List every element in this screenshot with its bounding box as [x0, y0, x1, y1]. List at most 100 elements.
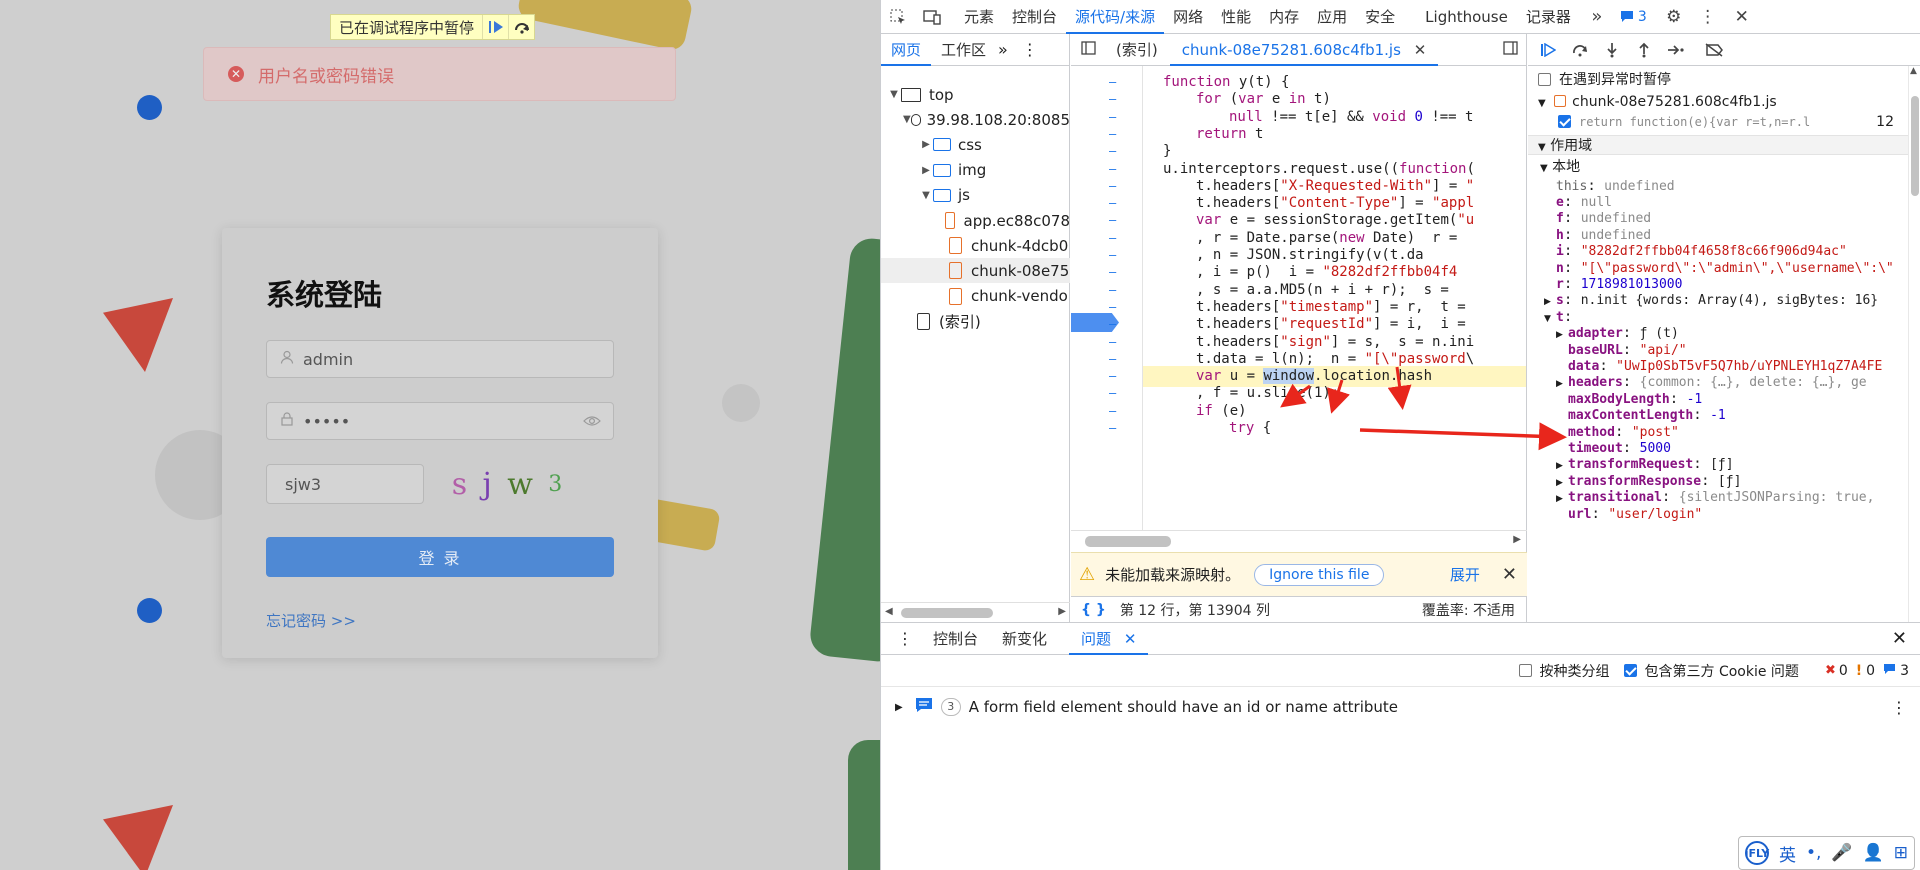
eye-icon[interactable]	[583, 412, 601, 431]
tab-network[interactable]: 网络	[1164, 0, 1212, 34]
line-marker[interactable]: –	[1109, 418, 1116, 439]
navigator-menu-icon[interactable]: ⋮	[1022, 40, 1038, 59]
expand-triangle-icon[interactable]: ▶	[895, 702, 903, 713]
collapse-triangle-icon[interactable]: ▼	[887, 89, 901, 100]
more-tabs-chevron-icon[interactable]: »	[1580, 0, 1614, 34]
resume-icon[interactable]	[482, 15, 508, 39]
login-button[interactable]: 登 录	[266, 537, 614, 577]
settings-gear-icon[interactable]: ⚙	[1657, 0, 1691, 34]
pretty-print-icon[interactable]: { }	[1081, 602, 1106, 618]
group-by-category-checkbox[interactable]	[1518, 664, 1532, 677]
captcha-image[interactable]: s j w 3	[444, 464, 570, 504]
drawer-menu-icon[interactable]: ⋮	[897, 629, 913, 648]
drawer-tab-whats-new[interactable]: 新变化	[990, 623, 1059, 655]
editor-tab-index[interactable]: (索引)	[1104, 34, 1170, 66]
navigator-scrollbar[interactable]: ◀ ▶	[881, 602, 1070, 622]
device-toolbar-icon[interactable]	[915, 0, 949, 34]
tab-elements[interactable]: 元素	[955, 0, 1003, 34]
breakpoint-entry[interactable]: return function(e){var r=t,n=r.l 12	[1528, 112, 1908, 132]
scope-scrollbar[interactable]: ▲	[1908, 66, 1920, 622]
toggle-navigator-icon[interactable]	[1081, 40, 1096, 59]
drawer-tab-console[interactable]: 控制台	[921, 623, 990, 655]
collapse-triangle-icon[interactable]: ▼	[919, 190, 933, 201]
captcha-char: j	[482, 466, 492, 502]
expand-triangle-icon[interactable]: ▶	[919, 139, 933, 150]
folder-icon	[933, 163, 951, 177]
scope-header[interactable]: ▼ 作用域	[1528, 134, 1908, 155]
step-out-icon[interactable]	[1628, 34, 1660, 66]
step-icon[interactable]	[1660, 34, 1692, 66]
punctuation-icon[interactable]: •,	[1806, 843, 1821, 863]
tree-item[interactable]: ▶ img	[881, 158, 1070, 183]
tab-recorder[interactable]: 记录器	[1517, 0, 1580, 34]
tree-item-label: chunk-4dcb0	[971, 236, 1069, 255]
inspect-element-icon[interactable]	[881, 0, 915, 34]
more-chevron-icon[interactable]: »	[998, 40, 1008, 59]
issue-row[interactable]: ▶ 3 A form field element should have an …	[881, 687, 1920, 727]
scope-variable[interactable]: url: "user/login"	[1528, 504, 1908, 524]
drawer-tab-issues[interactable]: 问题 ✕	[1069, 623, 1149, 655]
step-over-icon[interactable]	[1564, 34, 1596, 66]
close-tab-icon[interactable]: ✕	[1414, 41, 1427, 59]
step-over-icon[interactable]	[508, 15, 534, 39]
step-into-icon[interactable]	[1596, 34, 1628, 66]
tree-item[interactable]: app.ec88c078	[881, 208, 1070, 233]
tree-item[interactable]: (索引)	[881, 309, 1070, 334]
tab-application[interactable]: 应用	[1308, 0, 1356, 34]
third-party-cookie-label: 包含第三方 Cookie 问题	[1644, 663, 1799, 680]
tab-sources[interactable]: 源代码/来源	[1066, 0, 1165, 34]
tree-item-label: top	[929, 85, 954, 104]
ignore-file-button[interactable]: Ignore this file	[1254, 563, 1385, 586]
forgot-password-link[interactable]: 忘记密码 >>	[266, 610, 356, 631]
third-party-cookie-checkbox[interactable]	[1623, 664, 1637, 677]
tab-performance[interactable]: 性能	[1212, 0, 1260, 34]
microphone-icon[interactable]: 🎤	[1831, 843, 1852, 863]
tree-item[interactable]: ▶ css	[881, 132, 1070, 157]
close-drawer-icon[interactable]: ✕	[1892, 628, 1907, 649]
resume-icon[interactable]	[1532, 34, 1564, 66]
tree-item[interactable]: ▼ 39.98.108.20:8085	[881, 107, 1070, 132]
expand-link[interactable]: 展开	[1450, 564, 1480, 585]
tab-lighthouse[interactable]: Lighthouse	[1416, 0, 1517, 34]
code-line[interactable]: try {	[1143, 418, 1271, 439]
tree-item[interactable]: ▼ top	[881, 82, 1070, 107]
password-field[interactable]: •••••	[266, 402, 614, 440]
username-field[interactable]: admin	[266, 340, 614, 378]
info-count-icon	[1883, 663, 1896, 679]
grid-menu-icon[interactable]: ⊞	[1894, 843, 1908, 863]
ifly-ime-toolbar[interactable]: iFLY 英 •, 🎤 👤 ⊞	[1737, 836, 1915, 870]
sources-navigator: 网页 工作区 » ⋮ ▼ top ▼ 39.98.108.20:8085 ▶ css ▶ im…	[881, 34, 1070, 622]
user-icon[interactable]: 👤	[1863, 843, 1884, 863]
issue-menu-icon[interactable]: ⋮	[1891, 698, 1907, 717]
toggle-debugger-icon[interactable]	[1503, 40, 1518, 59]
close-warning-icon[interactable]: ✕	[1502, 564, 1517, 585]
tree-item[interactable]: chunk-vendo	[881, 284, 1070, 309]
source-editor: (索引) chunk-08e75281.608c4fb1.js ✕ – – – – – –…	[1071, 34, 1527, 622]
tree-item[interactable]: chunk-08e75	[881, 258, 1070, 284]
expand-triangle-icon[interactable]: ▶	[919, 165, 933, 176]
line-gutter[interactable]: – – – – – – – – – – – – – – – – – – – – –	[1071, 66, 1143, 530]
close-devtools-icon[interactable]: ✕	[1725, 0, 1759, 34]
tab-memory[interactable]: 内存	[1260, 0, 1308, 34]
pause-on-exceptions-checkbox[interactable]: 在遇到异常时暂停	[1528, 70, 1908, 90]
editor-tab-chunk[interactable]: chunk-08e75281.608c4fb1.js ✕	[1169, 34, 1439, 66]
tab-security[interactable]: 安全	[1356, 0, 1404, 34]
code-area[interactable]: function y(t) {for (var e in t) null !== …	[1143, 66, 1526, 530]
tree-item[interactable]: chunk-4dcb0	[881, 233, 1070, 258]
local-scope-header[interactable]: ▼ 本地	[1528, 157, 1908, 177]
tab-workspace[interactable]: 工作区	[931, 34, 996, 66]
tree-item[interactable]: ▼ js	[881, 183, 1070, 208]
kebab-menu-icon[interactable]: ⋮	[1691, 0, 1725, 34]
issues-options: 按种类分组 包含第三方 Cookie 问题 ✖ 0 ! 0 3	[881, 655, 1920, 687]
messages-badge[interactable]: 3	[1620, 9, 1647, 25]
captcha-input[interactable]: sjw3	[266, 464, 424, 504]
editor-scrollbar[interactable]: ▶	[1071, 530, 1527, 552]
tab-console[interactable]: 控制台	[1003, 0, 1066, 34]
tab-page[interactable]: 网页	[881, 34, 932, 66]
ime-language-toggle[interactable]: 英	[1779, 841, 1796, 866]
deactivate-breakpoints-icon[interactable]	[1698, 34, 1730, 66]
collapse-triangle-icon[interactable]: ▼	[903, 114, 911, 125]
close-tab-icon[interactable]: ✕	[1124, 630, 1137, 648]
breakpoint-file[interactable]: ▼ chunk-08e75281.608c4fb1.js	[1528, 92, 1908, 112]
ifly-logo-icon[interactable]: iFLY	[1745, 841, 1769, 865]
